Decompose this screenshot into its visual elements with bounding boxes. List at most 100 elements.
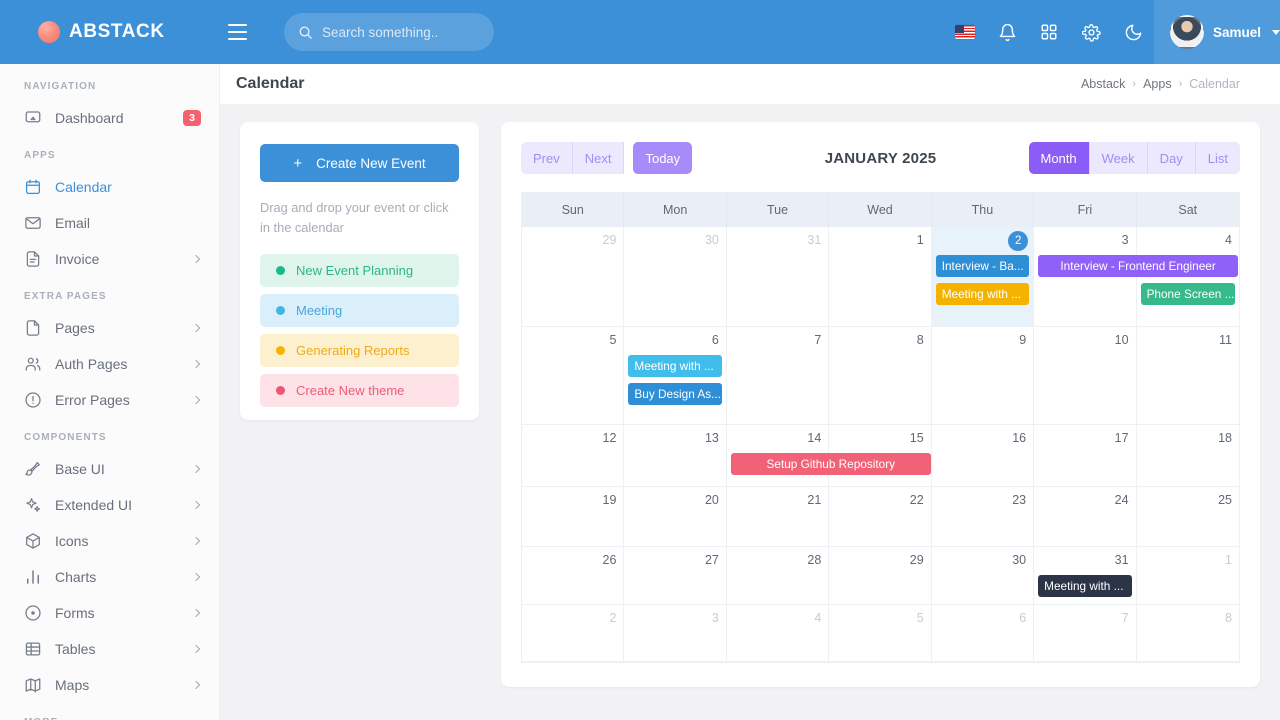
- calendar-day-cell[interactable]: 12: [522, 425, 625, 487]
- bell-icon: [999, 23, 1015, 41]
- calendar-day-cell[interactable]: 2: [522, 605, 625, 662]
- view-month-button[interactable]: Month: [1028, 142, 1090, 174]
- sidebar-item-tables[interactable]: Tables: [0, 631, 219, 667]
- view-day-button[interactable]: Day: [1147, 142, 1196, 174]
- calendar-day-cell[interactable]: 28: [726, 547, 830, 605]
- calendar-day-cell[interactable]: 24: [1034, 487, 1137, 547]
- day-number: 2: [932, 231, 1029, 251]
- chevron-right-icon: [191, 359, 201, 369]
- calendar-event-chip[interactable]: Phone Screen ...: [1140, 283, 1235, 305]
- calendar-day-cell[interactable]: 9: [931, 327, 1035, 425]
- calendar-event-chip[interactable]: Meeting with ...: [1038, 575, 1132, 597]
- calendar-day-cell[interactable]: 22: [829, 487, 932, 547]
- calendar-toolbar: Prev Next Today JANUARY 2025 Month Week …: [521, 142, 1240, 174]
- draft-event-item[interactable]: Create New theme: [260, 373, 459, 407]
- sidebar-item-icons[interactable]: Icons: [0, 523, 219, 559]
- sidebar-item-charts[interactable]: Charts: [0, 559, 219, 595]
- calendar-event-chip[interactable]: Interview - Ba...: [935, 255, 1030, 277]
- calendar-day-cell[interactable]: 14 Setup Github Repository: [726, 425, 931, 487]
- calendar-day-cell[interactable]: 21: [726, 487, 830, 547]
- calendar-day-cell[interactable]: 31 Meeting with ...: [1034, 547, 1137, 605]
- sidebar-item-label: Invoice: [55, 251, 100, 267]
- sidebar-item-forms[interactable]: Forms: [0, 595, 219, 631]
- calendar-day-cell[interactable]: 3 Interview - Frontend Engineer: [1034, 227, 1238, 327]
- sidebar-item-label: Calendar: [55, 179, 112, 195]
- calendar-day-cell[interactable]: 3: [624, 605, 727, 662]
- calendar-event-chip[interactable]: Meeting with ...: [628, 355, 722, 377]
- calendar-grid: Sun Mon Tue Wed Thu Fri Sat 29 30 31 1 2 Interview …: [521, 192, 1240, 663]
- sidebar-item-extended-ui[interactable]: Extended UI: [0, 487, 219, 523]
- breadcrumb-item-apps[interactable]: Apps: [1143, 77, 1172, 91]
- settings-button[interactable]: [1070, 0, 1112, 64]
- calendar-day-cell[interactable]: 8: [829, 327, 932, 425]
- calendar-day-cell[interactable]: 11: [1136, 327, 1239, 425]
- calendar-day-cell[interactable]: 1: [1136, 547, 1239, 605]
- notifications-button[interactable]: [986, 0, 1028, 64]
- calendar-day-cell[interactable]: 16: [931, 425, 1035, 487]
- calendar-day-cell[interactable]: 8: [1136, 605, 1239, 662]
- calendar-day-cell[interactable]: 23: [931, 487, 1035, 547]
- user-profile-menu[interactable]: Samuel: [1154, 0, 1280, 64]
- language-flag-button[interactable]: [944, 0, 986, 64]
- calendar-day-cell[interactable]: 17: [1034, 425, 1137, 487]
- search-box[interactable]: [284, 13, 494, 51]
- calendar-day-cell[interactable]: 5: [829, 605, 932, 662]
- calendar-day-cell[interactable]: 15: [829, 425, 932, 487]
- view-list-button[interactable]: List: [1195, 142, 1240, 174]
- event-color-dot: [276, 385, 285, 395]
- calendar-day-cell[interactable]: 2 Interview - Ba... Meeting with ...: [931, 227, 1035, 327]
- calendar-day-cell[interactable]: 6: [931, 605, 1035, 662]
- draft-event-item[interactable]: Generating Reports: [260, 333, 459, 367]
- search-input[interactable]: [322, 24, 480, 40]
- apps-grid-button[interactable]: [1028, 0, 1070, 64]
- sidebar-item-invoice[interactable]: Invoice: [0, 241, 219, 277]
- calendar-day-cell[interactable]: 4 Phone Screen ...: [1136, 227, 1239, 327]
- create-new-event-button[interactable]: + Create New Event: [260, 144, 459, 182]
- sidebar-item-maps[interactable]: Maps: [0, 667, 219, 703]
- draft-event-item[interactable]: Meeting: [260, 293, 459, 327]
- calendar-day-cell[interactable]: 30: [931, 547, 1035, 605]
- calendar-day-cell[interactable]: 1: [829, 227, 932, 327]
- calendar-day-cell[interactable]: 19: [522, 487, 625, 547]
- next-button[interactable]: Next: [572, 142, 625, 174]
- calendar-day-cell[interactable]: 7: [1034, 605, 1137, 662]
- sidebar-item-label: Dashboard: [55, 110, 124, 126]
- calendar-day-cell[interactable]: 26: [522, 547, 625, 605]
- sidebar-item-base-ui[interactable]: Base UI: [0, 451, 219, 487]
- calendar-day-cell[interactable]: 29: [829, 547, 932, 605]
- brand-logo[interactable]: ABSTACK: [0, 0, 220, 64]
- sidebar-item-auth-pages[interactable]: Auth Pages: [0, 346, 219, 382]
- sidebar-item-pages[interactable]: Pages: [0, 310, 219, 346]
- calendar-day-cell[interactable]: 27: [624, 547, 727, 605]
- calendar-day-cell[interactable]: 13: [624, 425, 727, 487]
- calendar-event-chip[interactable]: Meeting with ...: [935, 283, 1030, 305]
- day-number: 8: [1225, 611, 1232, 625]
- sidebar-item-email[interactable]: Email: [0, 205, 219, 241]
- sidebar-item-dashboard[interactable]: Dashboard 3: [0, 100, 219, 136]
- calendar-day-cell[interactable]: 7: [726, 327, 830, 425]
- day-number: 5: [916, 611, 924, 625]
- calendar-day-cell[interactable]: 31: [726, 227, 830, 327]
- calendar-day-cell[interactable]: 25: [1136, 487, 1239, 547]
- breadcrumb-item-abstack[interactable]: Abstack: [1081, 77, 1125, 91]
- calendar-day-cell[interactable]: 10: [1034, 327, 1137, 425]
- sidebar-section-components: COMPONENTS: [24, 432, 107, 443]
- calendar-day-cell[interactable]: 30: [624, 227, 727, 327]
- today-button[interactable]: Today: [633, 142, 693, 174]
- grid-apps-icon: [1041, 24, 1057, 40]
- calendar-day-cell[interactable]: 18: [1136, 425, 1239, 487]
- menu-toggle-button[interactable]: [220, 15, 254, 49]
- draft-event-item[interactable]: New Event Planning: [260, 253, 459, 287]
- calendar-day-cell[interactable]: 4: [726, 605, 830, 662]
- sidebar-item-error-pages[interactable]: Error Pages: [0, 382, 219, 418]
- calendar-day-cell[interactable]: 5: [522, 327, 625, 425]
- calendar-day-cell[interactable]: 6 Meeting with ... Buy Design As...: [624, 327, 727, 425]
- dark-mode-toggle[interactable]: [1112, 0, 1154, 64]
- calendar-event-chip[interactable]: Buy Design As...: [628, 383, 722, 405]
- calendar-day-cell[interactable]: 29: [522, 227, 625, 327]
- user-name: Samuel: [1213, 24, 1262, 40]
- sidebar-item-calendar[interactable]: Calendar: [0, 169, 219, 205]
- view-week-button[interactable]: Week: [1089, 142, 1148, 174]
- calendar-day-cell[interactable]: 20: [624, 487, 727, 547]
- prev-button[interactable]: Prev: [521, 142, 573, 174]
